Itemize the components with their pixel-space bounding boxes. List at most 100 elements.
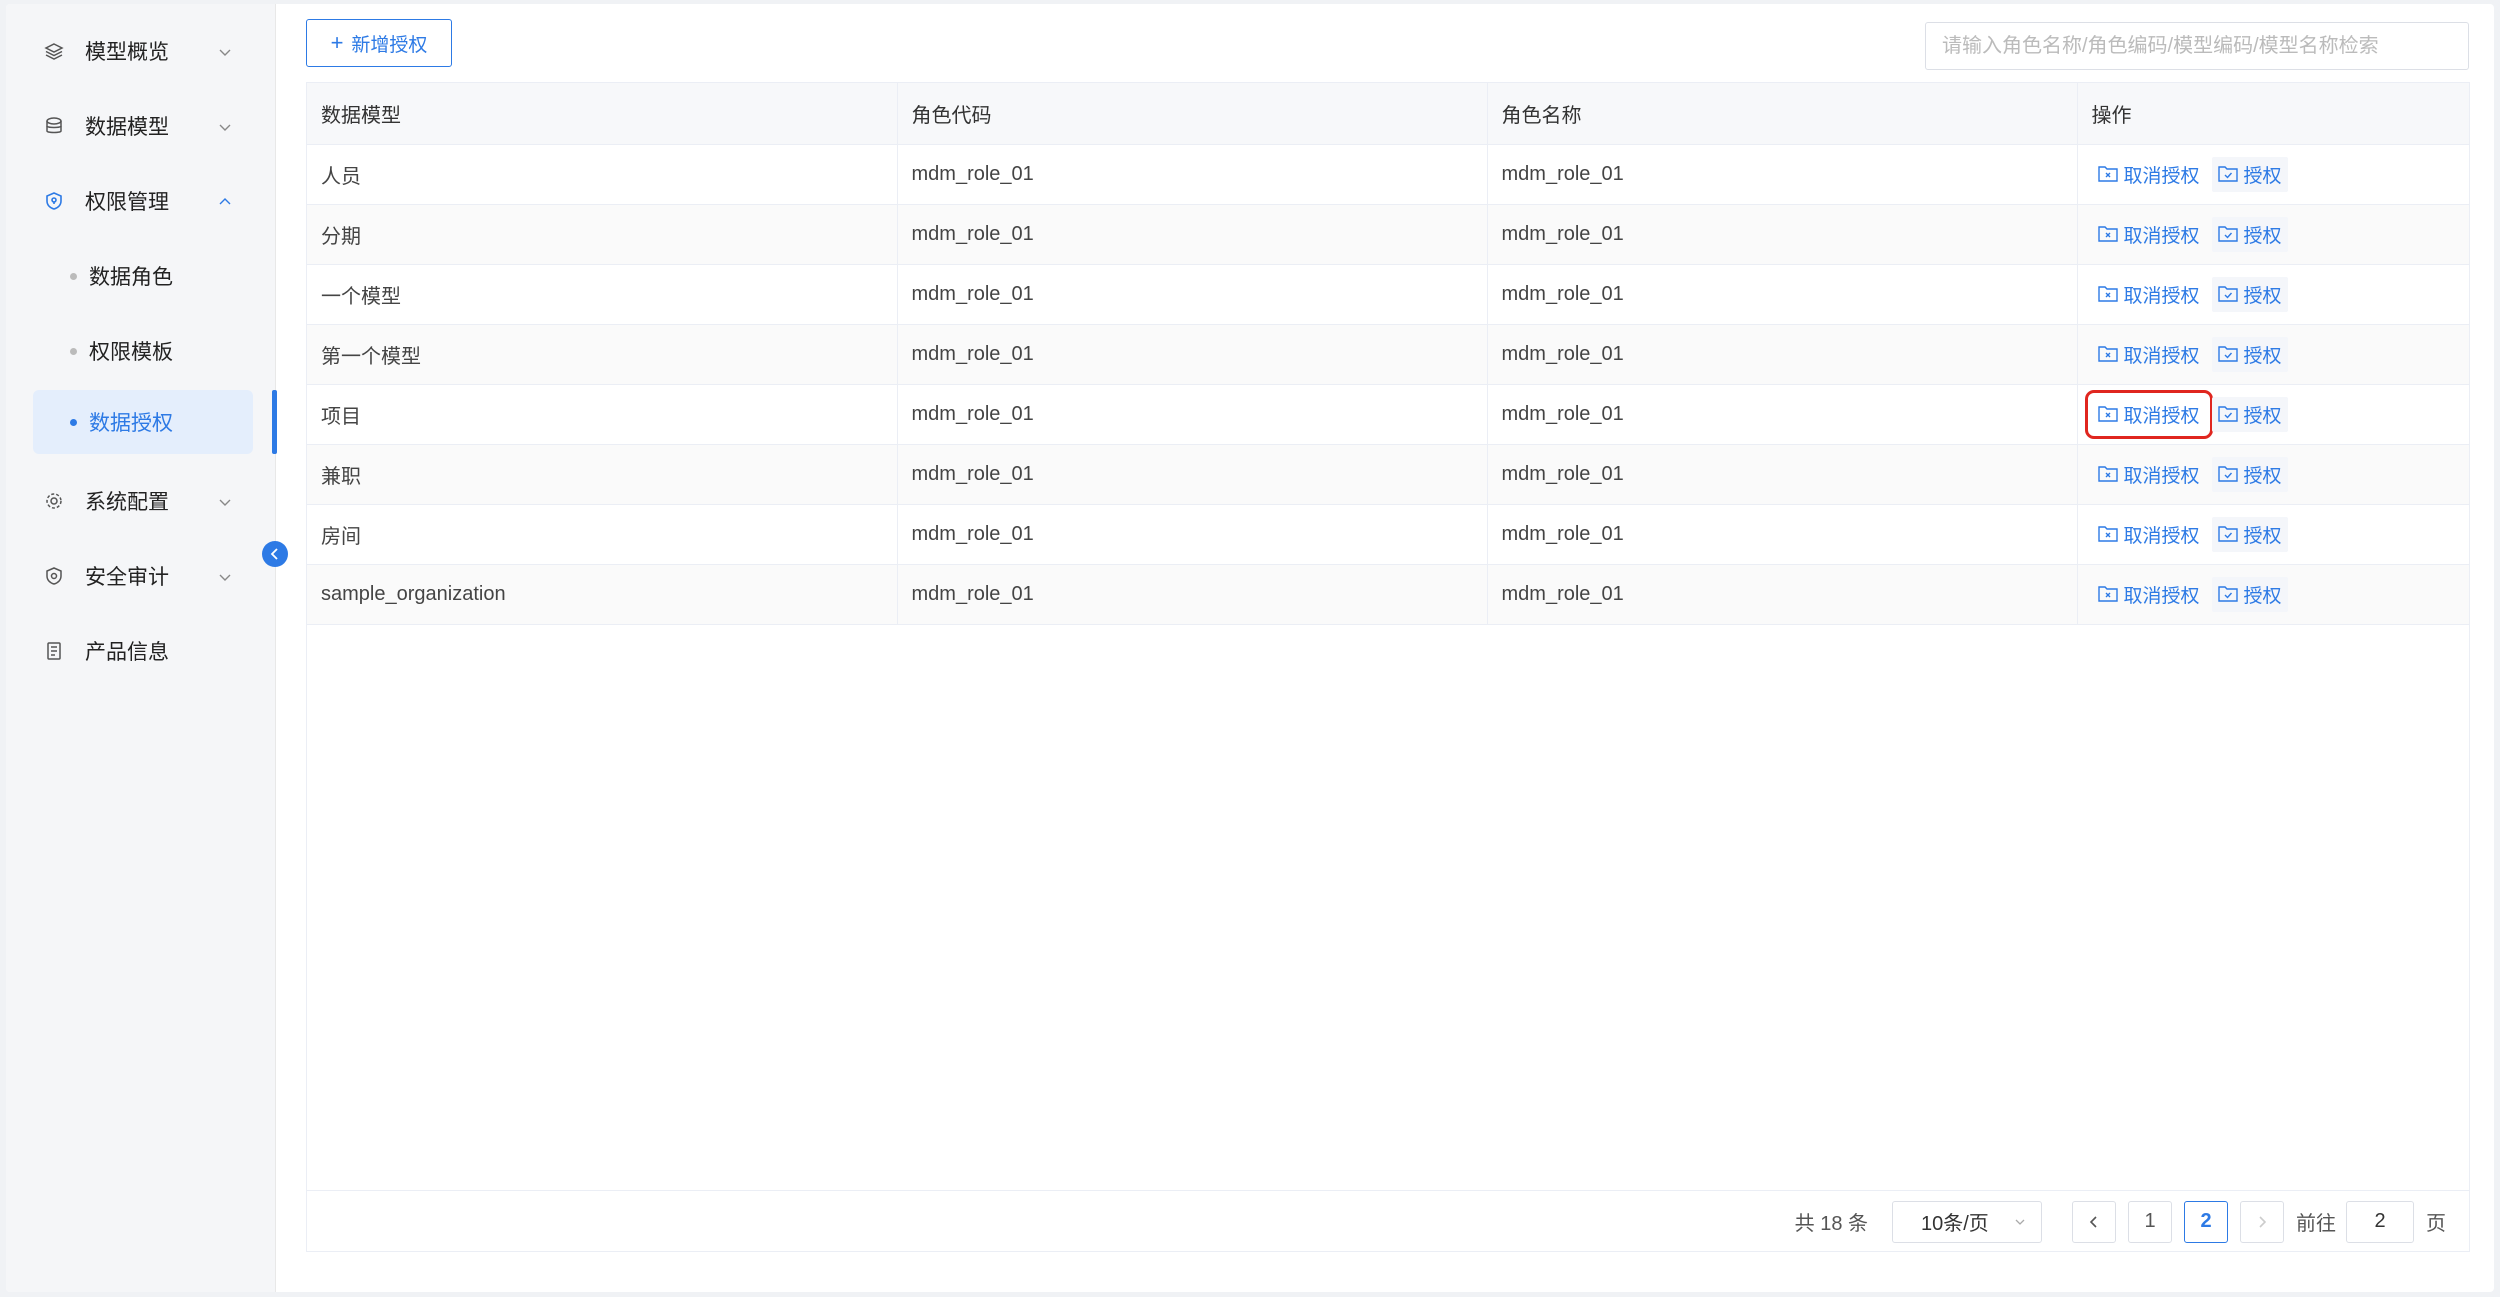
sidebar-item-permission-template[interactable]: 权限模板	[33, 320, 253, 382]
sidebar-item-label: 系统配置	[85, 491, 169, 514]
chevron-down-icon	[217, 42, 233, 58]
page-button-2[interactable]: 2	[2184, 1200, 2228, 1243]
prev-page-button[interactable]	[2072, 1200, 2116, 1243]
cell-role-code: mdm_role_01	[897, 264, 1488, 325]
sidebar-item-label: 产品信息	[85, 641, 169, 664]
cell-role-code: mdm_role_01	[897, 504, 1488, 565]
revoke-label: 取消授权	[2123, 165, 2200, 187]
grant-authorization-button[interactable]: 授权	[2211, 216, 2288, 252]
sidebar-item-data-authorization[interactable]: 数据授权	[33, 390, 253, 454]
column-header-role-name: 角色名称	[1487, 83, 2078, 145]
sidebar-item-permission-management[interactable]: 权限管理	[33, 170, 253, 232]
revoke-authorization-button[interactable]: 取消授权	[2092, 577, 2206, 612]
sidebar-item-data-model[interactable]: 数据模型	[33, 95, 253, 157]
sidebar-item-label: 数据角色	[89, 266, 173, 289]
cell-role-code: mdm_role_01	[897, 564, 1488, 625]
cell-actions: 取消授权 授权	[2077, 144, 2469, 205]
table-header-row: 数据模型 角色代码 角色名称 操作	[307, 83, 2469, 145]
total-count: 共 18 条	[1794, 1213, 1868, 1235]
cell-role-name: mdm_role_01	[1487, 264, 2078, 325]
chevron-down-icon	[2015, 1219, 2025, 1225]
cell-actions: 取消授权 授权	[2077, 204, 2469, 265]
sidebar-item-label: 数据模型	[85, 116, 169, 139]
revoke-label: 取消授权	[2123, 405, 2200, 427]
folder-x-icon	[2097, 466, 2118, 482]
column-header-role-code: 角色代码	[897, 83, 1488, 145]
cell-data-model: 一个模型	[307, 264, 898, 325]
revoke-authorization-button[interactable]: 取消授权	[2084, 389, 2213, 439]
sidebar-item-product-info[interactable]: 产品信息	[33, 620, 253, 682]
grant-label: 授权	[2243, 405, 2282, 427]
sidebar-item-model-overview[interactable]: 模型概览	[33, 20, 253, 82]
cell-role-name: mdm_role_01	[1487, 324, 2078, 385]
folder-x-icon	[2097, 406, 2118, 422]
revoke-authorization-button[interactable]: 取消授权	[2092, 457, 2206, 492]
cell-actions: 取消授权 授权	[2077, 564, 2469, 625]
sidebar-collapse-button[interactable]	[262, 541, 288, 567]
add-authorization-button[interactable]: + 新增授权	[306, 19, 452, 67]
grant-authorization-button[interactable]: 授权	[2211, 576, 2288, 612]
table-row: 房间 mdm_role_01 mdm_role_01 取消授权 授权	[307, 504, 2469, 565]
revoke-authorization-button[interactable]: 取消授权	[2092, 337, 2206, 372]
folder-check-icon	[2217, 406, 2238, 422]
table-row: sample_organization mdm_role_01 mdm_role_0…	[307, 564, 2469, 625]
chevron-down-icon	[217, 567, 233, 583]
sidebar-item-label: 权限模板	[89, 341, 173, 364]
cell-role-code: mdm_role_01	[897, 204, 1488, 265]
revoke-label: 取消授权	[2123, 285, 2200, 307]
sidebar-item-system-config[interactable]: 系统配置	[33, 470, 253, 532]
cell-role-code: mdm_role_01	[897, 144, 1488, 205]
grant-authorization-button[interactable]: 授权	[2211, 396, 2288, 432]
revoke-authorization-button[interactable]: 取消授权	[2092, 517, 2206, 552]
cell-actions: 取消授权 授权	[2077, 264, 2469, 325]
table-row: 兼职 mdm_role_01 mdm_role_01 取消授权 授权	[307, 444, 2469, 505]
grant-authorization-button[interactable]: 授权	[2211, 336, 2288, 372]
grant-authorization-button[interactable]: 授权	[2211, 456, 2288, 492]
grant-authorization-button[interactable]: 授权	[2211, 516, 2288, 552]
goto-page-input[interactable]	[2346, 1200, 2414, 1243]
folder-check-icon	[2217, 526, 2238, 542]
cell-actions: 取消授权 授权	[2077, 444, 2469, 505]
plus-icon: +	[330, 30, 344, 55]
cell-actions: 取消授权 授权	[2077, 384, 2469, 445]
layers-icon	[43, 40, 65, 62]
folder-check-icon	[2217, 466, 2238, 482]
revoke-label: 取消授权	[2123, 225, 2200, 247]
cell-role-code: mdm_role_01	[897, 444, 1488, 505]
sidebar-item-data-role[interactable]: 数据角色	[33, 245, 253, 307]
cell-data-model: 项目	[307, 384, 898, 445]
grant-authorization-button[interactable]: 授权	[2211, 156, 2288, 192]
folder-x-icon	[2097, 346, 2118, 362]
table-row: 人员 mdm_role_01 mdm_role_01 取消授权 授权	[307, 144, 2469, 205]
search-input[interactable]	[1925, 22, 2469, 70]
grant-label: 授权	[2243, 345, 2282, 367]
chevron-left-icon	[270, 548, 278, 560]
grant-label: 授权	[2243, 225, 2282, 247]
table-row: 项目 mdm_role_01 mdm_role_01 取消授权 授权	[307, 384, 2469, 445]
database-icon	[43, 115, 65, 137]
revoke-authorization-button[interactable]: 取消授权	[2092, 277, 2206, 312]
bullet-dot	[70, 272, 77, 280]
column-header-actions: 操作	[2077, 83, 2469, 145]
folder-check-icon	[2217, 166, 2238, 182]
chevron-up-icon	[217, 192, 233, 208]
revoke-authorization-button[interactable]: 取消授权	[2092, 157, 2206, 192]
grant-authorization-button[interactable]: 授权	[2211, 276, 2288, 312]
cell-role-code: mdm_role_01	[897, 384, 1488, 445]
cell-data-model: 第一个模型	[307, 324, 898, 385]
revoke-label: 取消授权	[2123, 465, 2200, 487]
revoke-authorization-button[interactable]: 取消授权	[2092, 217, 2206, 252]
page-button-1[interactable]: 1	[2128, 1200, 2172, 1243]
sidebar-item-security-audit[interactable]: 安全审计	[33, 545, 253, 607]
revoke-label: 取消授权	[2123, 585, 2200, 607]
goto-label: 前往	[2296, 1213, 2336, 1235]
document-icon	[43, 640, 65, 662]
page-size-select[interactable]: 10条/页	[1892, 1200, 2042, 1243]
folder-x-icon	[2097, 286, 2118, 302]
folder-check-icon	[2217, 346, 2238, 362]
next-page-button[interactable]	[2240, 1200, 2284, 1243]
cell-actions: 取消授权 授权	[2077, 324, 2469, 385]
active-indicator	[272, 390, 277, 454]
cell-data-model: 人员	[307, 144, 898, 205]
chevron-down-icon	[217, 492, 233, 508]
